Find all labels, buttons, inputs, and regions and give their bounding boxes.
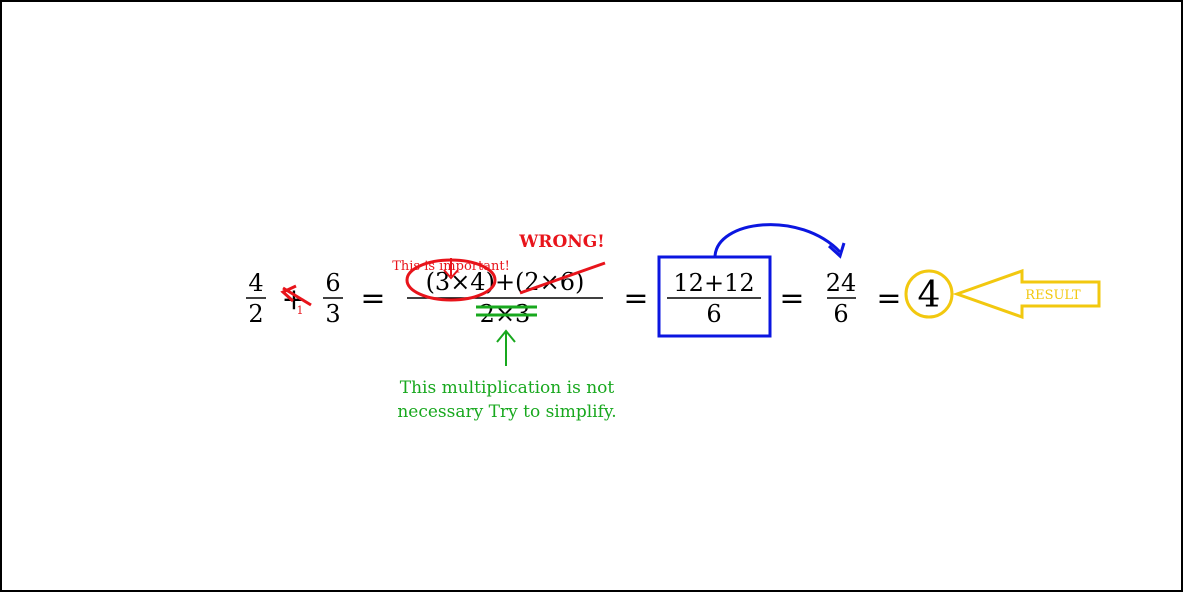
equals-4: = — [876, 281, 901, 316]
result-value: 4 — [918, 275, 941, 316]
frac2-denominator: 3 — [325, 300, 340, 328]
plus-note: 1 — [297, 304, 304, 317]
equals-2: = — [623, 281, 648, 316]
frac5-denominator: 6 — [833, 300, 848, 328]
equals-1: = — [360, 281, 385, 316]
blue-curved-arrow — [713, 223, 842, 258]
wrong-label: WRONG! — [518, 232, 605, 252]
equals-3: = — [779, 281, 804, 316]
equation-diagram: 4 2 + 1 6 3 = (3×4)+(2×6) 2×3 This is im… — [246, 223, 1101, 366]
frac5-numerator: 24 — [826, 269, 857, 297]
frac4-numerator: 12+12 — [673, 269, 754, 297]
frac1-denominator: 2 — [248, 300, 263, 328]
frac4-denominator: 6 — [706, 300, 721, 328]
important-label: This is important! — [392, 259, 510, 274]
simplify-note: This multiplication is not necessary Try… — [397, 378, 617, 422]
frac1-numerator: 4 — [248, 269, 263, 297]
result-label: RESULT — [1025, 288, 1081, 303]
frac2-numerator: 6 — [325, 269, 340, 297]
